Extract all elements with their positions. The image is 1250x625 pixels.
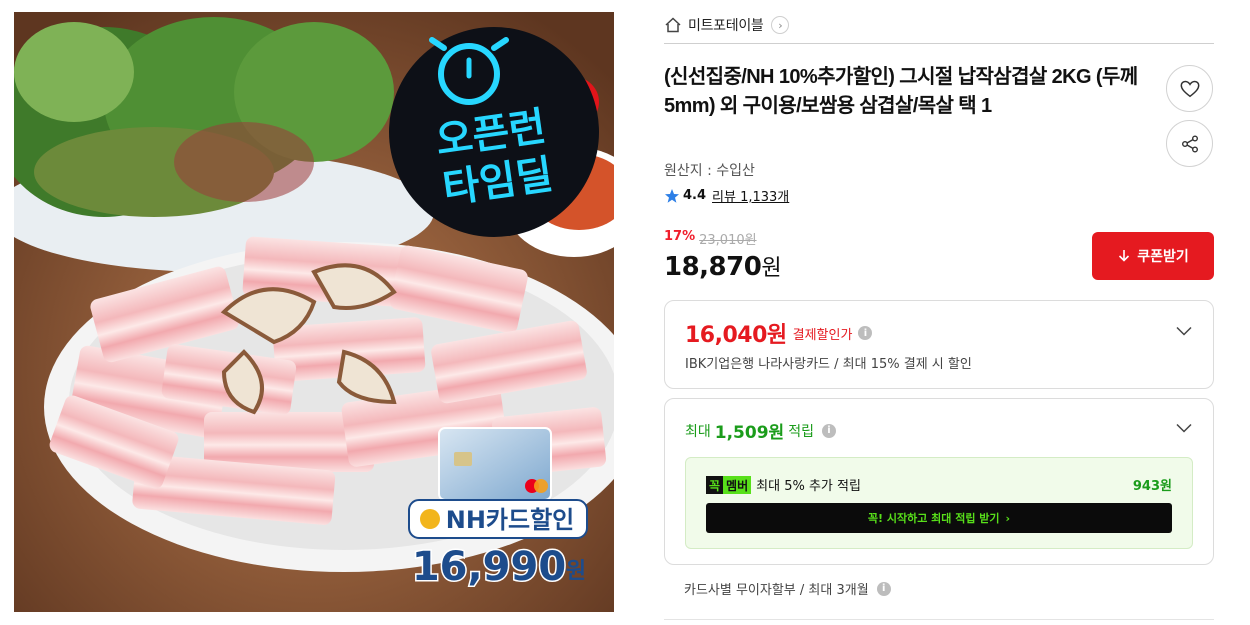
discount-rate: 17% <box>664 229 696 244</box>
payment-discount-box[interactable]: 16,040원 결제할인가 i IBK기업은행 나라사랑카드 / 최대 15% … <box>664 300 1214 389</box>
product-info-panel: 미트포테이블 › (신선집중/NH 10%추가할인) 그시절 납작삼겹살 2KG… <box>664 0 1214 625</box>
coupon-download-button[interactable]: 쿠폰받기 <box>1092 232 1214 280</box>
chevron-down-icon[interactable] <box>1175 322 1193 340</box>
divider <box>664 43 1214 44</box>
info-icon[interactable]: i <box>821 423 836 438</box>
rating-score: 4.4 <box>683 188 707 203</box>
store-name[interactable]: 미트포테이블 <box>688 15 764 35</box>
star-icon <box>665 188 679 203</box>
original-price: 23,010원 <box>699 233 757 248</box>
payment-discount-label: 결제할인가 <box>792 327 853 343</box>
membership-logo: 꼭 멤버 <box>706 475 752 494</box>
timedeal-badge: 오픈런 타임딜 <box>389 27 599 237</box>
price-area: 17% 23,010원 18,870원 <box>664 229 782 282</box>
nh-card-image <box>438 427 552 501</box>
origin-label: 원산지 : 수입산 <box>664 163 755 179</box>
chevron-down-icon[interactable] <box>1175 419 1193 437</box>
membership-box: 꼭 멤버 최대 5% 추가 적립 943원 꼭! 시작하고 최대 적립 받기 › <box>685 457 1193 549</box>
payment-discount-desc: IBK기업은행 나라사랑카드 / 최대 15% 결제 시 할인 <box>685 357 972 372</box>
store-link[interactable]: 미트포테이블 › <box>664 12 790 38</box>
nh-card-price: 16,990 <box>412 544 566 590</box>
info-icon[interactable]: i <box>876 581 891 596</box>
product-title: (신선집중/NH 10%추가할인) 그시절 납작삼겹살 2KG (두께 5mm)… <box>664 66 1138 117</box>
reward-prefix: 최대 <box>685 423 711 440</box>
membership-logo-b: 멤버 <box>723 475 752 494</box>
download-icon <box>1119 250 1130 262</box>
product-image[interactable]: 오픈런 타임딜 NH카드할인 16,990 원 <box>14 12 614 612</box>
nh-card-price-unit: 원 <box>566 559 586 584</box>
review-link[interactable]: 리뷰 1,133개 <box>712 186 789 205</box>
like-button[interactable] <box>1166 65 1213 112</box>
nh-discount-badge: NH카드할인 16,990 원 <box>408 499 588 592</box>
heart-icon <box>1180 80 1199 97</box>
membership-button-label: 꼭! 시작하고 최대 적립 받기 <box>867 512 1000 525</box>
installment-text: 카드사별 무이자할부 / 최대 3개월 <box>684 583 869 598</box>
rating-row: 4.4 리뷰 1,133개 <box>664 186 789 205</box>
home-icon <box>665 17 681 33</box>
share-icon <box>1181 135 1198 152</box>
sale-price-unit: 원 <box>761 256 782 281</box>
coupon-button-label: 쿠폰받기 <box>1137 249 1189 265</box>
chevron-right-icon: › <box>1005 511 1011 525</box>
reward-amount: 1,509원 <box>714 423 785 443</box>
payment-discount-price: 16,040원 <box>685 323 787 348</box>
divider <box>664 619 1214 620</box>
membership-points: 943원 <box>1132 479 1172 494</box>
installment-info: 카드사별 무이자할부 / 최대 3개월 i <box>684 579 891 598</box>
sale-price-value: 18,870 <box>664 252 762 282</box>
membership-text: 최대 5% 추가 적립 <box>756 479 861 494</box>
membership-start-button[interactable]: 꼭! 시작하고 최대 적립 받기 › <box>706 503 1172 533</box>
chevron-right-icon[interactable]: › <box>771 16 790 34</box>
share-button[interactable] <box>1166 120 1213 167</box>
reward-box[interactable]: 최대 1,509원 적립 i 꼭 멤버 최대 5% 추가 적립 943원 꼭! 시… <box>664 398 1214 565</box>
membership-logo-a: 꼭 <box>706 475 724 494</box>
sale-price: 18,870원 <box>664 250 782 282</box>
info-icon[interactable]: i <box>858 326 873 340</box>
reward-summary: 최대 1,509원 적립 i <box>685 418 836 443</box>
reward-suffix: 적립 <box>788 423 814 440</box>
nh-card-label: NH카드할인 <box>446 506 575 534</box>
